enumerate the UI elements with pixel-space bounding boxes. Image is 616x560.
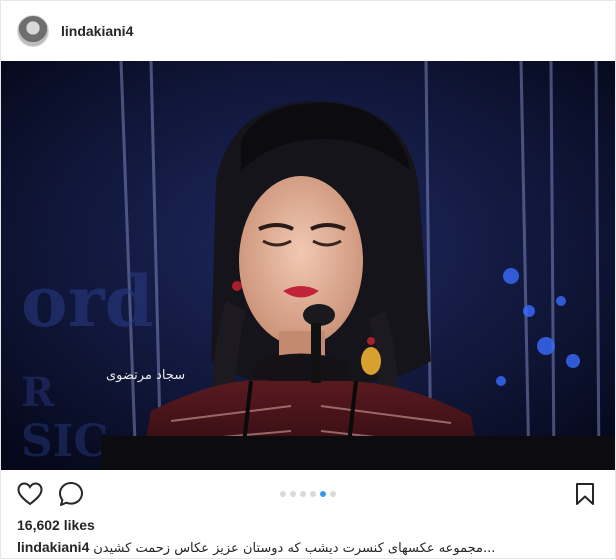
background-text-ord: ord [21, 260, 154, 343]
post-photo[interactable]: ord R SIC سجاد مرتضوی [1, 61, 615, 470]
likes-count[interactable]: 16,602 likes [1, 514, 615, 536]
background-text-r: R [21, 369, 55, 416]
post-username[interactable]: lindakiani4 [61, 23, 133, 39]
carousel-dot [280, 491, 286, 497]
instagram-post: lindakiani4 ord R SIC سجاد مرتضوی 16,602… [0, 0, 616, 559]
avatar[interactable] [17, 15, 49, 47]
caption-username[interactable]: lindakiani4 [17, 539, 89, 555]
carousel-dot [300, 491, 306, 497]
carousel-dot [310, 491, 316, 497]
carousel-dot-active [320, 491, 326, 497]
bookmark-icon[interactable] [571, 480, 599, 508]
carousel-dot [290, 491, 296, 497]
background-text-sic: SIC [21, 416, 108, 467]
post-caption: lindakiani4 ...مجموعه عکسهای کنسرت دیشب … [1, 536, 615, 560]
carousel-dot [330, 491, 336, 497]
action-bar [1, 470, 615, 516]
concert-photo: ord R SIC سجاد مرتضوی [1, 61, 615, 470]
photo-watermark: سجاد مرتضوی [106, 368, 185, 383]
carousel-indicator [1, 491, 615, 497]
post-header: lindakiani4 [1, 1, 615, 61]
caption-text: ...مجموعه عکسهای کنسرت دیشب که دوستان عز… [93, 541, 496, 556]
